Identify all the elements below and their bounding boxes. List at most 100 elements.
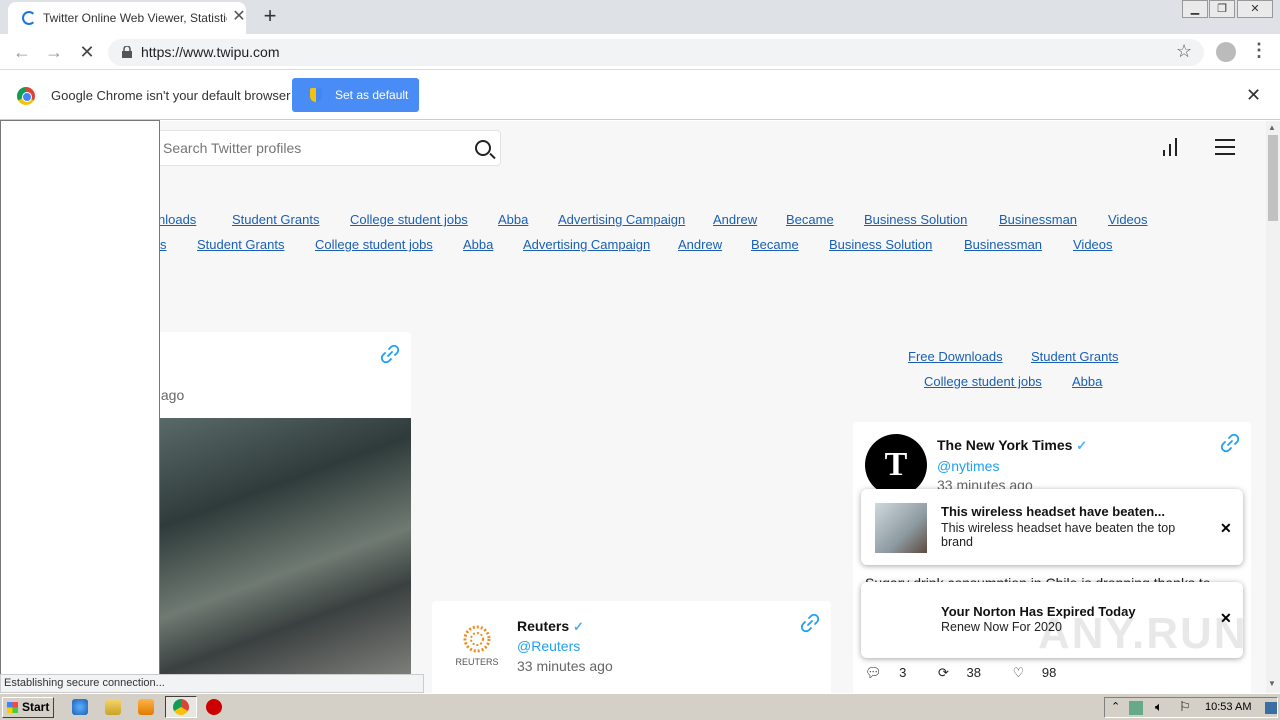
- topic-link[interactable]: Videos: [1108, 212, 1148, 227]
- account-name-text: The New York Times: [937, 437, 1073, 453]
- notification-body: This wireless headset have beaten the to…: [941, 521, 1176, 549]
- topic-link[interactable]: Abba: [463, 237, 493, 252]
- volume-icon[interactable]: 🔈︎: [1155, 699, 1163, 715]
- window-close-button[interactable]: ✕: [1237, 0, 1273, 18]
- watermark: ANY.RUN: [1038, 609, 1248, 658]
- chrome-logo-icon: [17, 87, 35, 105]
- ie-icon[interactable]: [72, 699, 88, 715]
- default-browser-infobar: Google Chrome isn't your default browser…: [0, 71, 1280, 120]
- clock[interactable]: 10:53 AM: [1205, 701, 1251, 713]
- status-bubble: Establishing secure connection...: [0, 674, 424, 693]
- windows-logo-icon: [7, 702, 18, 713]
- flag-icon[interactable]: ⚐: [1179, 699, 1191, 715]
- page-scrollbar[interactable]: ▲ ▼: [1266, 121, 1280, 693]
- account-name-text: Reuters: [517, 618, 570, 634]
- topic-link[interactable]: Student Grants: [232, 212, 319, 227]
- topic-link[interactable]: Free Downloads: [908, 349, 1003, 364]
- account-name[interactable]: Reuters ✓: [517, 618, 584, 635]
- retweet-count: 38: [966, 665, 981, 680]
- topic-link[interactable]: Videos: [1073, 237, 1113, 252]
- ad-notification[interactable]: This wireless headset have beaten... Thi…: [861, 489, 1243, 565]
- topic-link[interactable]: Advertising Campaign: [523, 237, 650, 252]
- tray-expand-icon[interactable]: ⌃: [1111, 700, 1120, 713]
- explorer-icon[interactable]: [105, 699, 121, 715]
- topic-link[interactable]: Businessman: [999, 212, 1077, 227]
- scroll-down-icon[interactable]: ▼: [1268, 679, 1276, 688]
- topic-link[interactable]: College student jobs: [315, 237, 433, 252]
- scroll-thumb[interactable]: [1268, 135, 1278, 221]
- topic-link[interactable]: College student jobs: [350, 212, 468, 227]
- account-name[interactable]: The New York Times ✓: [937, 437, 1087, 454]
- opera-icon[interactable]: [206, 699, 222, 715]
- retweet-icon: ⟳: [938, 665, 949, 680]
- page-viewport: nloads Student Grants College student jo…: [0, 121, 1266, 693]
- bookmark-star-icon[interactable]: ☆: [1176, 41, 1192, 62]
- topic-link[interactable]: Businessman: [964, 237, 1042, 252]
- scroll-up-icon[interactable]: ▲: [1268, 123, 1276, 132]
- notification-title: This wireless headset have beaten...: [941, 504, 1165, 519]
- link-icon[interactable]: [380, 344, 400, 364]
- tweet-photo[interactable]: [159, 418, 411, 692]
- close-icon[interactable]: ✕: [1220, 520, 1232, 537]
- windows-taskbar: Start ⌃ 🔈︎ ⚐ 10:53 AM: [0, 693, 1280, 720]
- set-as-default-button[interactable]: Set as default: [292, 78, 419, 112]
- search-icon[interactable]: [475, 140, 491, 156]
- topic-link[interactable]: Student Grants: [1031, 349, 1118, 364]
- media-player-icon[interactable]: [138, 699, 154, 715]
- search-box[interactable]: [150, 130, 501, 166]
- topic-link[interactable]: Became: [786, 212, 834, 227]
- topic-link[interactable]: nloads: [158, 212, 196, 227]
- start-label: Start: [22, 700, 50, 714]
- search-input[interactable]: [163, 140, 443, 156]
- verified-icon: ✓: [1076, 438, 1088, 453]
- network-icon[interactable]: [1129, 701, 1143, 715]
- topic-link[interactable]: Became: [751, 237, 799, 252]
- infobar-close-icon[interactable]: ✕: [1246, 85, 1261, 106]
- url-text: https://www.twipu.com: [141, 44, 280, 60]
- like-count: 98: [1041, 665, 1057, 680]
- like-stat[interactable]: ♡ 98: [1013, 665, 1071, 680]
- profile-avatar[interactable]: [1216, 42, 1236, 62]
- retweet-stat[interactable]: ⟳ 38: [938, 665, 995, 680]
- topic-link[interactable]: Abba: [1072, 374, 1102, 389]
- statistics-icon[interactable]: [1163, 138, 1179, 156]
- topic-link[interactable]: Business Solution: [829, 237, 932, 252]
- menu-icon[interactable]: [1215, 139, 1235, 155]
- heart-icon: ♡: [1012, 665, 1025, 680]
- restore-button[interactable]: ❐: [1209, 0, 1235, 18]
- topic-link[interactable]: s: [160, 237, 167, 252]
- start-button[interactable]: Start: [2, 697, 54, 718]
- account-handle[interactable]: @Reuters: [517, 638, 580, 654]
- back-button[interactable]: ←: [10, 40, 34, 64]
- topic-link[interactable]: Abba: [498, 212, 528, 227]
- tweet-time: 33 minutes ago: [517, 658, 613, 674]
- account-handle[interactable]: @nytimes: [937, 458, 999, 474]
- show-desktop-icon[interactable]: [1265, 702, 1277, 714]
- chrome-menu-icon[interactable]: ⋮: [1250, 40, 1268, 61]
- topic-link[interactable]: Andrew: [713, 212, 757, 227]
- minimize-button[interactable]: ▁: [1182, 0, 1208, 18]
- tweet-card: REUTERS Reuters ✓ @Reuters 33 minutes ag…: [432, 601, 831, 693]
- address-bar[interactable]: https://www.twipu.com ☆: [108, 39, 1204, 66]
- topic-link[interactable]: Advertising Campaign: [558, 212, 685, 227]
- reply-stat[interactable]: 💬︎ 3: [865, 665, 920, 680]
- topic-link[interactable]: Andrew: [678, 237, 722, 252]
- browser-tab[interactable]: Twitter Online Web Viewer, Statistic ✕: [8, 2, 246, 34]
- stop-loading-button[interactable]: ✕: [75, 40, 99, 64]
- new-tab-button[interactable]: +: [258, 4, 282, 28]
- reply-icon: 💬︎: [865, 665, 882, 680]
- topic-link[interactable]: College student jobs: [924, 374, 1042, 389]
- link-icon[interactable]: [800, 613, 820, 633]
- blank-popup-window[interactable]: [0, 120, 160, 676]
- topic-link[interactable]: Student Grants: [197, 237, 284, 252]
- shield-icon: [310, 88, 322, 102]
- tweet-card: s ago: [150, 332, 411, 692]
- chrome-icon: [173, 699, 189, 715]
- link-icon[interactable]: [1220, 433, 1240, 453]
- tab-title: Twitter Online Web Viewer, Statistic: [43, 11, 227, 25]
- tab-strip: Twitter Online Web Viewer, Statistic ✕ +…: [0, 0, 1280, 34]
- close-tab-icon[interactable]: ✕: [230, 8, 248, 26]
- topic-link[interactable]: Business Solution: [864, 212, 967, 227]
- taskbar-chrome-button[interactable]: [165, 696, 197, 718]
- forward-button[interactable]: →: [42, 40, 66, 64]
